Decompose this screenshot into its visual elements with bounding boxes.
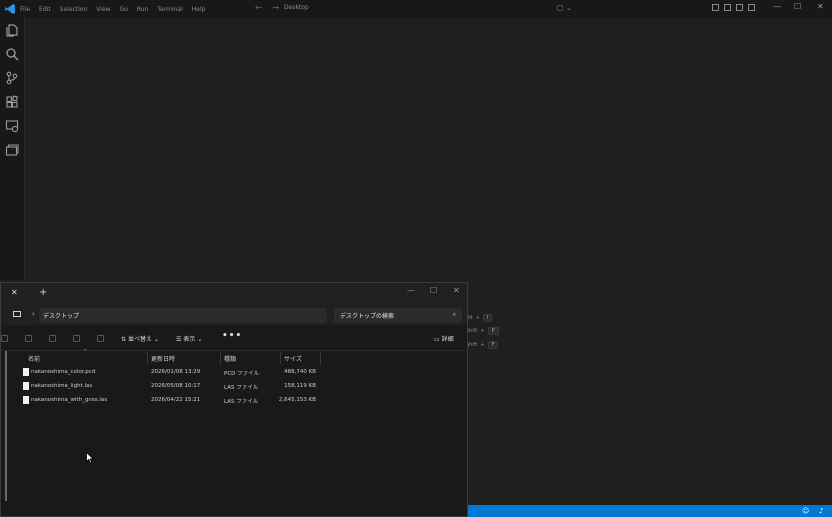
hint-key: P [487, 327, 499, 335]
file-row[interactable]: nakanoshima_light.las 2026/05/08 10:17 L… [1, 381, 467, 394]
search-box[interactable]: デスクトップの検索 ⌕ [334, 308, 462, 323]
hint-plus: + [475, 315, 480, 321]
menu-file[interactable]: File [20, 6, 30, 13]
file-modified: 2026/04/22 15:21 [151, 397, 201, 403]
menu-selection[interactable]: Selection [60, 6, 88, 13]
remote-explorer-icon[interactable] [5, 119, 19, 133]
toggle-primary-sidebar-icon[interactable] [712, 4, 719, 11]
file-row[interactable]: nakanoshima_color.pcd 2026/01/08 13:29 P… [1, 367, 467, 380]
tab-close-icon[interactable]: ✕ [11, 288, 18, 297]
maximize-icon[interactable]: ☐ [794, 2, 801, 11]
shortcut-hint-chat: Alt + I [466, 314, 493, 322]
view-button[interactable]: ☰ 表示 ⌄ [176, 334, 202, 343]
menu-edit[interactable]: Edit [39, 6, 51, 13]
copilot-icon[interactable]: ▢ ⌄ [557, 4, 572, 12]
mouse-cursor-icon [86, 452, 94, 464]
customize-layout-icon[interactable] [748, 4, 755, 11]
search-icon[interactable] [5, 47, 19, 61]
column-divider[interactable] [320, 352, 321, 364]
file-size: 488,740 KB [284, 369, 316, 375]
file-size: 158,119 KB [284, 383, 316, 389]
activity-bar [0, 18, 25, 280]
explorer-minimize-icon[interactable]: — [407, 286, 415, 295]
this-pc-icon[interactable] [13, 311, 21, 317]
file-name: nakanoshima_light.las [31, 383, 93, 389]
hint-key: I [482, 314, 493, 322]
explorer-tab-bar: ✕ + — ☐ ✕ [1, 283, 467, 305]
paste-icon[interactable] [73, 335, 80, 342]
column-modified[interactable]: 更新日時 [151, 354, 175, 363]
delete-icon[interactable] [97, 335, 104, 342]
file-icon [23, 396, 29, 404]
hint-plus: + [480, 328, 485, 334]
containers-icon[interactable] [5, 143, 19, 157]
new-item-icon[interactable] [1, 335, 8, 342]
file-row[interactable]: nakanoshima_with_gnss.las 2026/04/22 15:… [1, 395, 467, 408]
breadcrumb-chevron-icon[interactable]: › [32, 310, 35, 318]
shortcut-hint-search: Shift + F [466, 341, 499, 349]
details-pane-button[interactable]: ▭ 詳細 [434, 334, 454, 343]
search-icon: ⌕ [452, 311, 456, 318]
file-modified: 2026/05/08 10:17 [151, 383, 201, 389]
column-headers: 名前 更新日時 種類 サイズ [1, 352, 467, 364]
shortcut-hint-command-palette: Shift + P [466, 327, 499, 335]
view-label: 表示 [183, 336, 196, 343]
column-divider[interactable] [220, 352, 221, 364]
file-name: nakanoshima_with_gnss.las [31, 397, 108, 403]
toggle-secondary-sidebar-icon[interactable] [736, 4, 743, 11]
column-size[interactable]: サイズ [284, 354, 302, 363]
explorer-toolbar: ⇅ 並べ替え ⌄ ☰ 表示 ⌄ ••• ▭ 詳細 [1, 325, 467, 351]
file-size: 2,645,153 KB [278, 397, 316, 403]
address-row: › デスクトップ デスクトップの検索 ⌕ [1, 305, 467, 325]
search-placeholder: デスクトップの検索 [340, 313, 395, 320]
toggle-panel-icon[interactable] [724, 4, 731, 11]
copy-icon[interactable] [49, 335, 56, 342]
menu-terminal[interactable]: Terminal [157, 6, 182, 13]
details-label: 詳細 [441, 336, 454, 343]
sort-button[interactable]: ⇅ 並べ替え ⌄ [121, 334, 159, 343]
nav-arrows[interactable]: ← → [255, 3, 283, 12]
new-tab-button[interactable]: + [39, 287, 47, 298]
vscode-titlebar: File Edit Selection View Go Run Terminal… [0, 0, 832, 18]
close-icon[interactable]: ✕ [817, 2, 824, 11]
cut-icon[interactable] [25, 335, 32, 342]
hint-plus: + [480, 342, 485, 348]
menu-view[interactable]: View [96, 6, 110, 13]
breadcrumb-desktop[interactable]: デスクトップ [43, 311, 79, 320]
explorer-maximize-icon[interactable]: ☐ [430, 286, 437, 295]
file-explorer-window: ✕ + — ☐ ✕ › デスクトップ デスクトップの検索 ⌕ ⇅ 並べ替え ⌄ … [0, 282, 468, 517]
menu-run[interactable]: Run [137, 6, 149, 13]
window-title: Desktop [284, 4, 309, 11]
column-name[interactable]: 名前 [28, 354, 40, 363]
source-control-icon[interactable] [5, 71, 19, 85]
menu-go[interactable]: Go [120, 6, 128, 13]
sort-label: 並べ替え [127, 336, 152, 343]
file-icon [23, 382, 29, 390]
notifications-bell-icon[interactable]: ♪ [819, 507, 823, 515]
column-divider[interactable] [280, 352, 281, 364]
menu-bar: File Edit Selection View Go Run Terminal… [20, 0, 214, 18]
file-type: LAS ファイル [224, 399, 259, 405]
column-divider[interactable] [147, 352, 148, 364]
layout-controls [712, 4, 755, 11]
vscode-logo-icon [5, 4, 15, 14]
copilot-status-icon[interactable]: ☺ [802, 507, 809, 515]
more-options-button[interactable]: ••• [222, 331, 242, 341]
minimize-icon[interactable]: — [773, 2, 781, 11]
file-type: PCD ファイル [224, 371, 260, 377]
explorer-close-icon[interactable]: ✕ [453, 286, 460, 295]
file-type: LAS ファイル [224, 385, 259, 391]
file-name: nakanoshima_color.pcd [31, 369, 96, 375]
menu-help[interactable]: Help [192, 6, 206, 13]
extensions-icon[interactable] [5, 95, 19, 109]
address-bar[interactable]: デスクトップ [39, 308, 327, 323]
column-type[interactable]: 種類 [224, 354, 236, 363]
file-icon [23, 368, 29, 376]
file-modified: 2026/01/08 13:29 [151, 369, 201, 375]
explorer-files-icon[interactable] [5, 23, 19, 37]
hint-key: F [487, 341, 499, 349]
status-bar: ☺ ♪ [468, 505, 832, 517]
